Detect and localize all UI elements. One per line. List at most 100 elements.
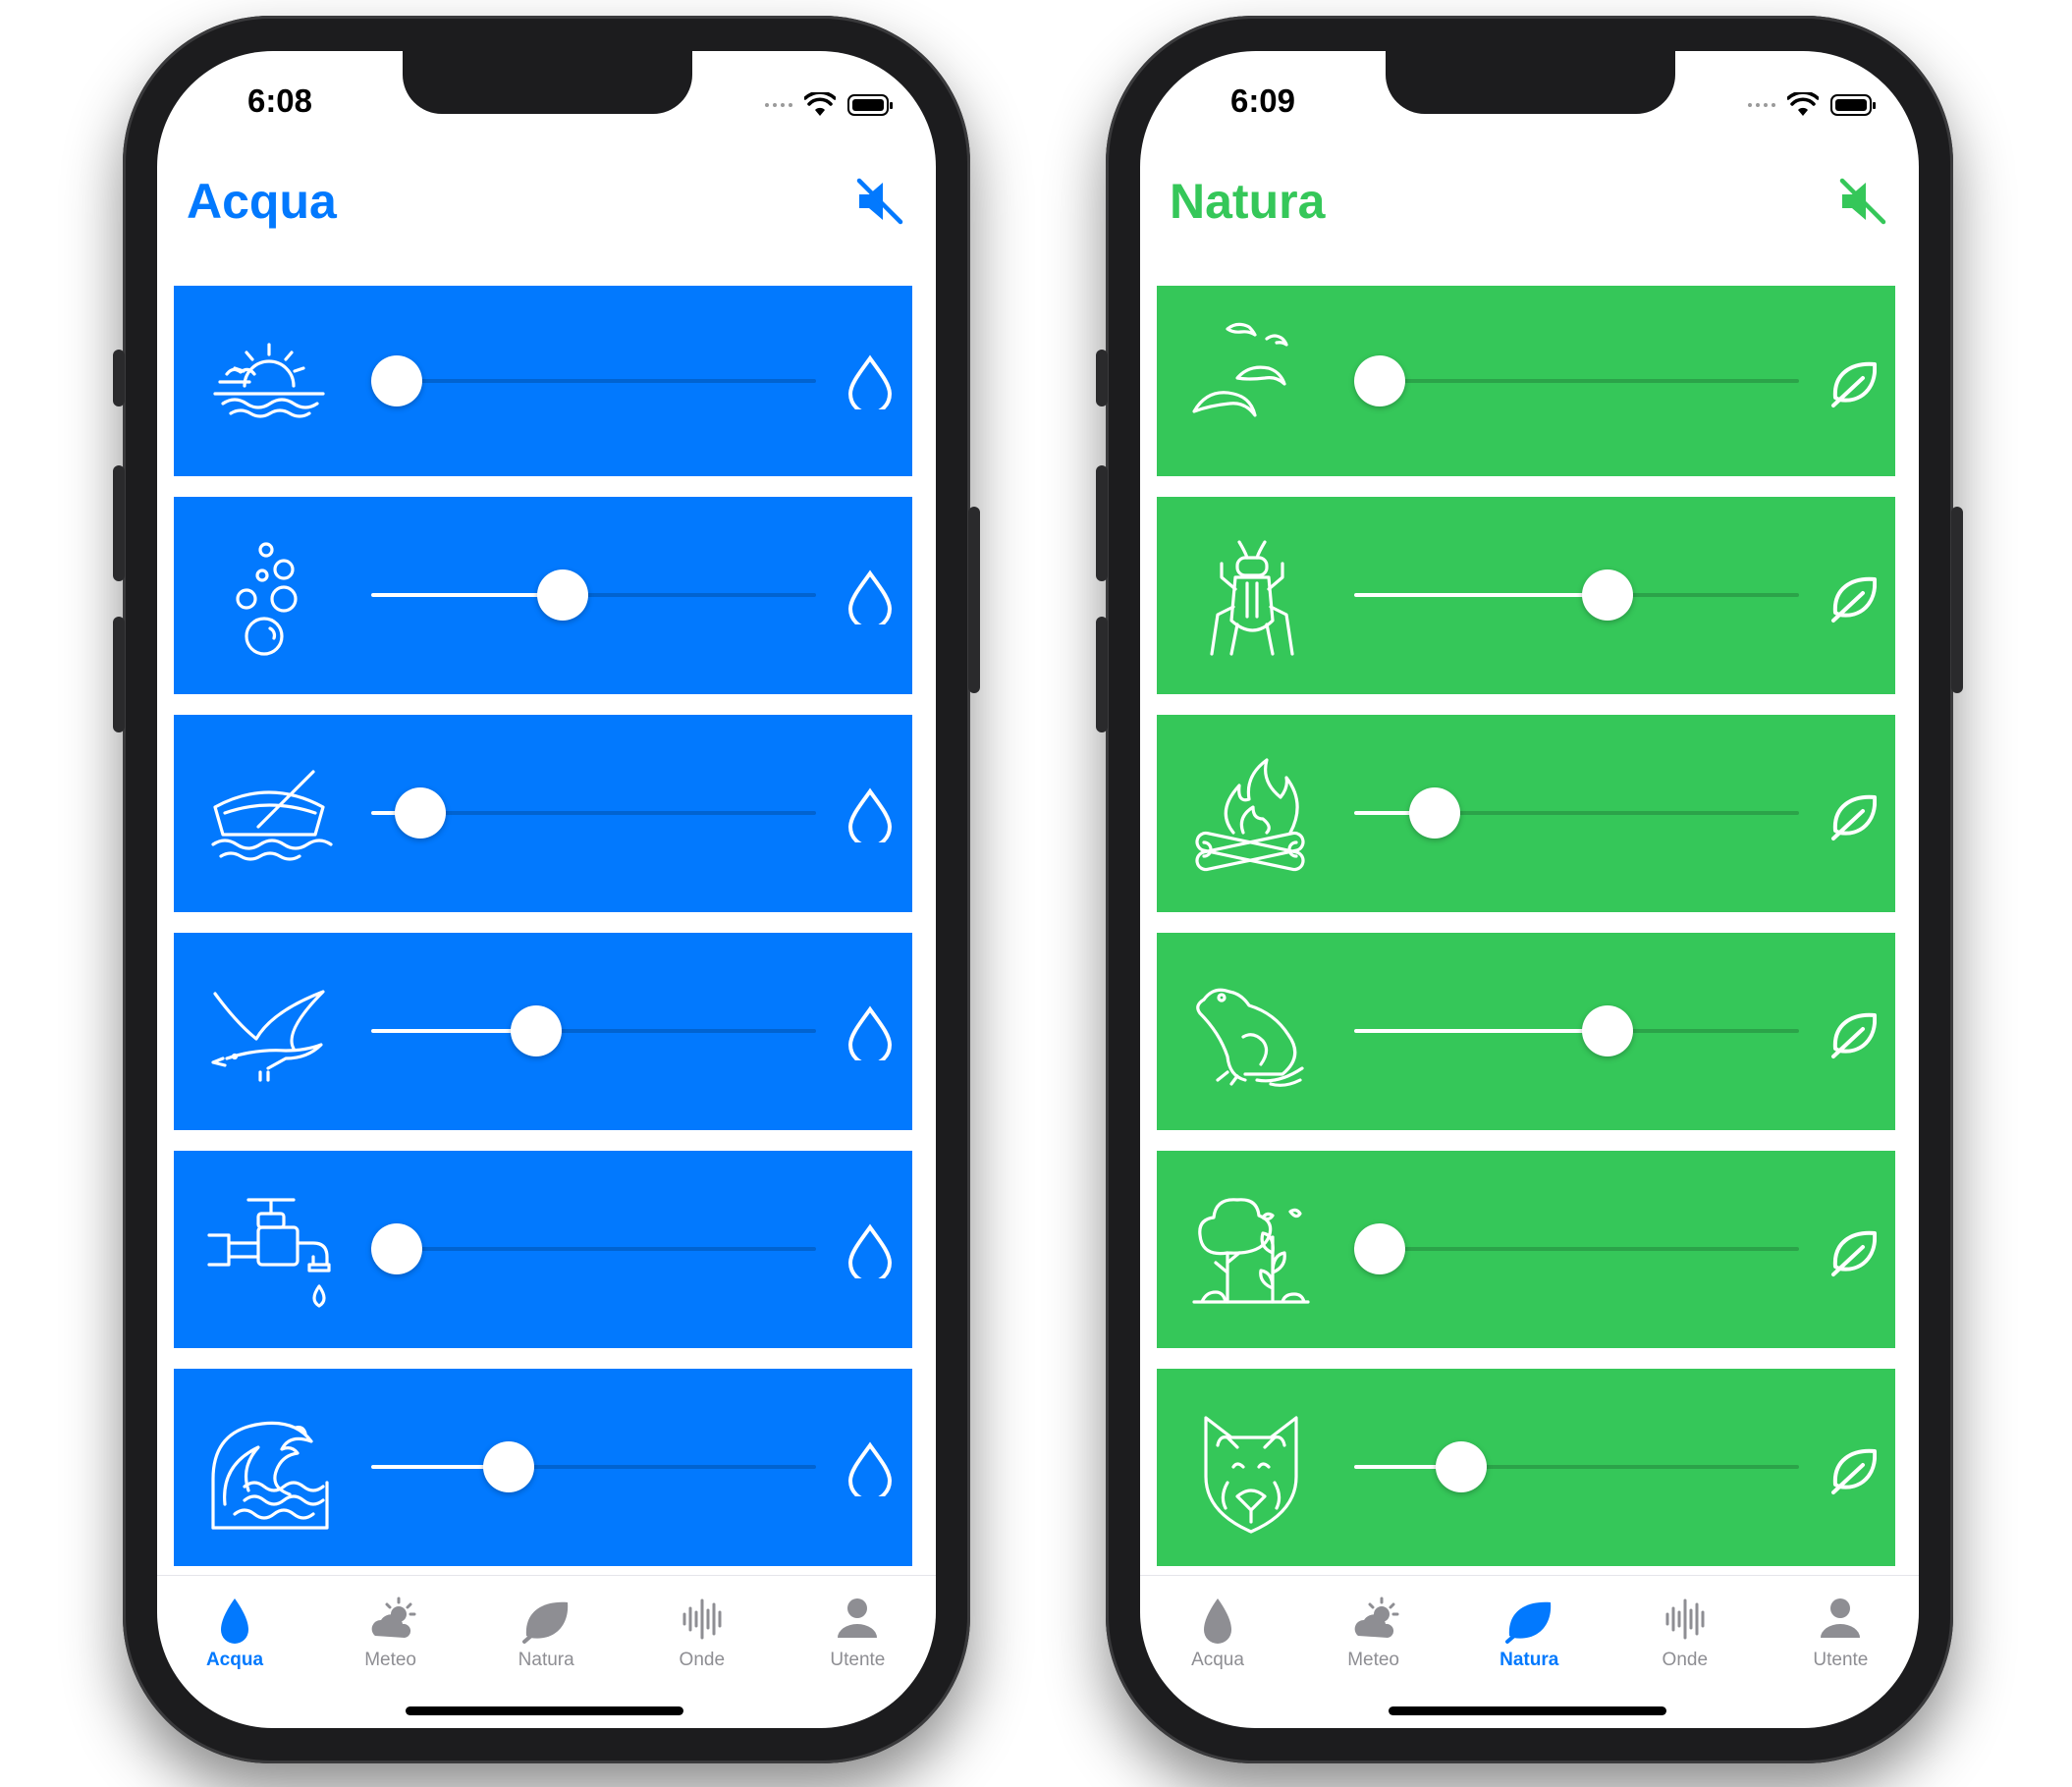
tab-label: Acqua xyxy=(1191,1650,1244,1670)
slider-thumb[interactable] xyxy=(536,569,588,621)
tab-label: Onde xyxy=(679,1650,726,1670)
volume-slider[interactable] xyxy=(371,1223,816,1274)
side-button xyxy=(1951,507,1963,693)
silent-switch xyxy=(113,350,125,406)
person-icon xyxy=(1821,1598,1861,1638)
volume-slider[interactable] xyxy=(1354,1441,1799,1492)
slider-thumb[interactable] xyxy=(371,355,422,406)
battery-icon xyxy=(847,94,893,116)
slider-fill xyxy=(1354,593,1609,597)
tab-utente[interactable]: Utente xyxy=(780,1593,935,1671)
tab-meteo[interactable]: Meteo xyxy=(1296,1593,1451,1671)
slider-thumb[interactable] xyxy=(394,787,446,839)
sound-row xyxy=(1157,1369,1895,1566)
speaker-muted-icon[interactable] xyxy=(1836,175,1889,228)
tab-meteo[interactable]: Meteo xyxy=(313,1593,468,1671)
volume-slider[interactable] xyxy=(1354,1005,1799,1056)
notch xyxy=(403,51,692,114)
partly-sunny-icon xyxy=(1354,1597,1399,1638)
volume-down-button xyxy=(1096,617,1108,732)
volume-slider[interactable] xyxy=(371,787,816,839)
sound-row xyxy=(1157,286,1895,476)
tab-natura[interactable]: Natura xyxy=(1451,1593,1607,1671)
frog-icon xyxy=(1196,988,1304,1087)
sound-list xyxy=(174,286,912,1587)
water-drop-icon xyxy=(847,354,893,409)
page-title: Natura xyxy=(1170,174,1326,229)
slider-thumb[interactable] xyxy=(1582,1005,1634,1056)
home-indicator[interactable] xyxy=(1389,1706,1666,1715)
tabbar-divider xyxy=(157,1575,936,1576)
volume-slider[interactable] xyxy=(371,1441,816,1492)
leaf-icon xyxy=(1505,1601,1552,1644)
leaf-icon xyxy=(1831,794,1877,840)
sound-list xyxy=(1157,286,1895,1587)
tab-label: Utente xyxy=(830,1650,886,1670)
slider-thumb[interactable] xyxy=(1354,1223,1405,1274)
sound-row xyxy=(1157,933,1895,1130)
water-drop-icon xyxy=(847,1223,893,1278)
volume-slider[interactable] xyxy=(371,355,816,406)
tab-utente[interactable]: Utente xyxy=(1763,1593,1918,1671)
water-drop-icon xyxy=(1204,1598,1231,1644)
dripping-faucet-icon xyxy=(207,1198,331,1308)
sound-row xyxy=(174,286,912,476)
page-title: Acqua xyxy=(187,174,337,229)
home-indicator[interactable] xyxy=(406,1706,683,1715)
birds-icon xyxy=(1192,322,1288,417)
slider-thumb[interactable] xyxy=(371,1223,422,1274)
partly-sunny-icon xyxy=(371,1597,416,1638)
tab-acqua[interactable]: Acqua xyxy=(157,1593,312,1671)
leaf-icon xyxy=(1831,361,1877,407)
slider-thumb[interactable] xyxy=(510,1005,562,1056)
screen: 6:08 Acqua Acqua Meteo Natura Onde Utente xyxy=(157,51,936,1728)
tab-label: Meteo xyxy=(364,1650,416,1670)
volume-slider[interactable] xyxy=(1354,1223,1799,1274)
tab-onde[interactable]: Onde xyxy=(1608,1593,1763,1671)
water-drop-icon xyxy=(847,787,893,842)
leaf-icon xyxy=(1831,1448,1877,1494)
phone-frame-natura: 6:09 Natura Acqua Meteo Natura Onde Utente xyxy=(1096,16,1963,1763)
slider-thumb[interactable] xyxy=(1582,569,1634,621)
ocean-wave-icon xyxy=(211,1421,329,1530)
screen: 6:09 Natura Acqua Meteo Natura Onde Utente xyxy=(1140,51,1919,1728)
water-drop-icon xyxy=(847,569,893,624)
slider-thumb[interactable] xyxy=(483,1441,535,1492)
sunrise-sea-icon xyxy=(213,343,325,418)
volume-up-button xyxy=(1096,465,1108,581)
cellular-signal-icon xyxy=(765,103,792,107)
status-indicators xyxy=(1748,90,1876,120)
phone-frame-acqua: 6:08 Acqua Acqua Meteo Natura Onde Utente xyxy=(113,16,980,1763)
speaker-muted-icon[interactable] xyxy=(853,175,906,228)
cricket-icon xyxy=(1210,540,1294,656)
water-drop-icon xyxy=(847,1005,893,1060)
slider-fill xyxy=(1354,1029,1609,1033)
slider-thumb[interactable] xyxy=(1354,355,1405,406)
tab-onde[interactable]: Onde xyxy=(625,1593,780,1671)
person-icon xyxy=(838,1598,878,1638)
battery-icon xyxy=(1830,94,1876,116)
silent-switch xyxy=(1096,350,1108,406)
wifi-icon xyxy=(804,92,836,116)
wolf-icon xyxy=(1204,1416,1298,1534)
sound-row xyxy=(174,497,912,694)
tab-natura[interactable]: Natura xyxy=(468,1593,624,1671)
volume-down-button xyxy=(113,617,125,732)
volume-slider[interactable] xyxy=(1354,569,1799,621)
status-time: 6:08 xyxy=(246,82,313,119)
sound-row xyxy=(1157,715,1895,912)
volume-slider[interactable] xyxy=(1354,787,1799,839)
tab-label: Natura xyxy=(1499,1650,1559,1670)
leaf-icon xyxy=(1831,1012,1877,1058)
slider-thumb[interactable] xyxy=(1435,1441,1487,1492)
slider-thumb[interactable] xyxy=(1408,787,1460,839)
volume-slider[interactable] xyxy=(371,1005,816,1056)
bubbles-icon xyxy=(236,542,298,656)
volume-slider[interactable] xyxy=(371,569,816,621)
wifi-icon xyxy=(1787,92,1819,116)
forest-icon xyxy=(1192,1198,1310,1304)
volume-slider[interactable] xyxy=(1354,355,1799,406)
tab-label: Natura xyxy=(518,1650,574,1670)
tab-acqua[interactable]: Acqua xyxy=(1140,1593,1295,1671)
notch xyxy=(1386,51,1675,114)
